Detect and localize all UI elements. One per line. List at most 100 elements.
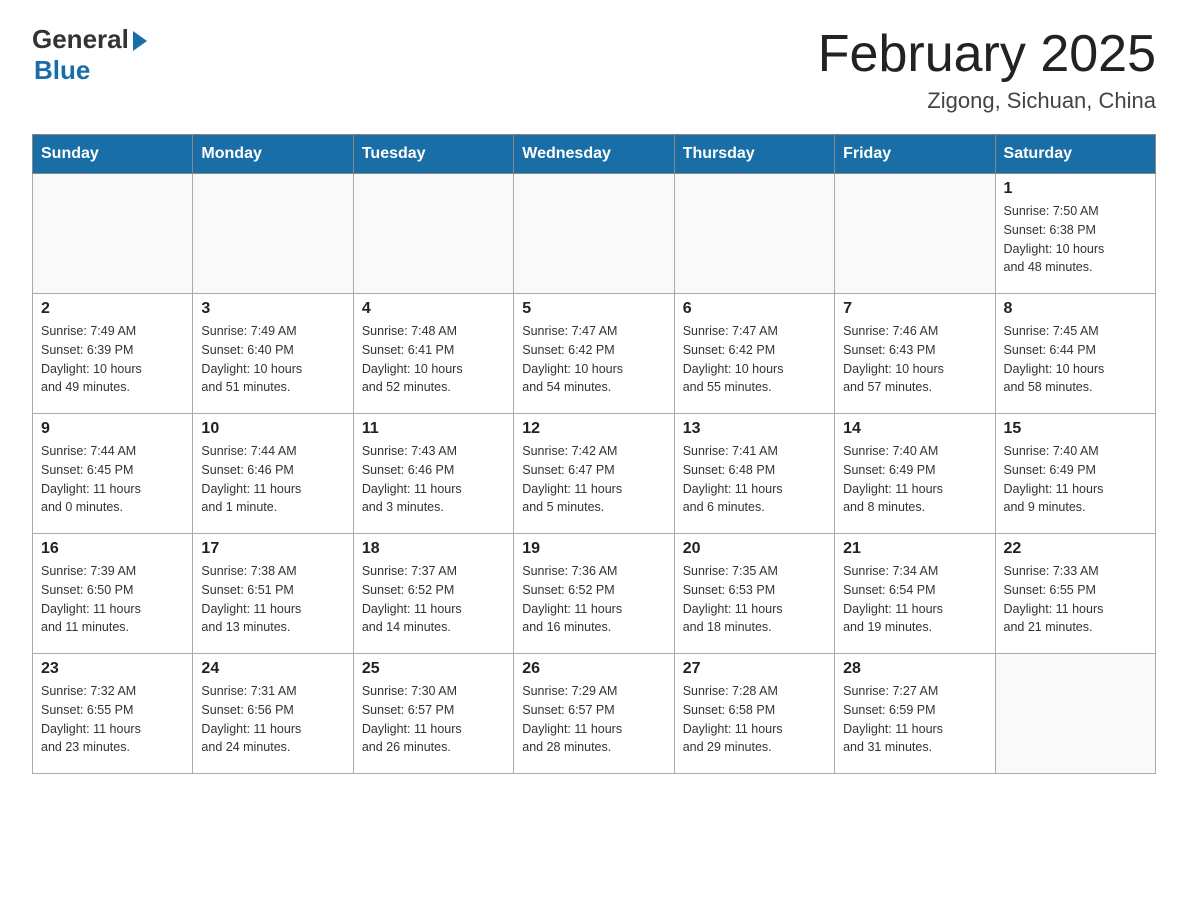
- calendar-week-row: 2Sunrise: 7:49 AM Sunset: 6:39 PM Daylig…: [33, 294, 1156, 414]
- calendar-cell: 6 Sunrise: 7:47 AM Sunset: 6:42 PM Daylig…: [674, 294, 834, 414]
- logo: General Blue: [32, 24, 147, 86]
- day-sun-info: Sunrise: 7:44 AM Sunset: 6:45 PM Dayligh…: [41, 442, 184, 517]
- calendar-cell: 24 Sunrise: 7:31 AM Sunset: 6:56 PM Dayli…: [193, 654, 353, 774]
- calendar-cell: 9 Sunrise: 7:44 AM Sunset: 6:45 PM Daylig…: [33, 414, 193, 534]
- calendar-week-row: 9 Sunrise: 7:44 AM Sunset: 6:45 PM Daylig…: [33, 414, 1156, 534]
- month-title: February 2025: [818, 24, 1156, 84]
- calendar-cell: 22Sunrise: 7:33 AM Sunset: 6:55 PM Dayli…: [995, 534, 1155, 654]
- day-number: 12: [522, 420, 665, 438]
- day-of-week-header: Wednesday: [514, 135, 674, 174]
- day-number: 18: [362, 540, 505, 558]
- calendar-cell: [353, 174, 513, 294]
- calendar-cell: 28 Sunrise: 7:27 AM Sunset: 6:59 PM Dayli…: [835, 654, 995, 774]
- day-sun-info: Sunrise: 7:40 AM Sunset: 6:49 PM Dayligh…: [843, 442, 986, 517]
- calendar-week-row: 23 Sunrise: 7:32 AM Sunset: 6:55 PM Dayli…: [33, 654, 1156, 774]
- calendar-cell: [33, 174, 193, 294]
- day-sun-info: Sunrise: 7:43 AM Sunset: 6:46 PM Dayligh…: [362, 442, 505, 517]
- day-sun-info: Sunrise: 7:47 AM Sunset: 6:42 PM Dayligh…: [683, 322, 826, 397]
- day-sun-info: Sunrise: 7:45 AM Sunset: 6:44 PM Dayligh…: [1004, 322, 1147, 397]
- logo-blue-text: Blue: [34, 55, 90, 86]
- day-number: 21: [843, 540, 986, 558]
- day-number: 9: [41, 420, 184, 438]
- calendar-cell: 11 Sunrise: 7:43 AM Sunset: 6:46 PM Dayli…: [353, 414, 513, 534]
- day-sun-info: Sunrise: 7:37 AM Sunset: 6:52 PM Dayligh…: [362, 562, 505, 637]
- day-of-week-header: Tuesday: [353, 135, 513, 174]
- day-sun-info: Sunrise: 7:44 AM Sunset: 6:46 PM Dayligh…: [201, 442, 344, 517]
- day-sun-info: Sunrise: 7:41 AM Sunset: 6:48 PM Dayligh…: [683, 442, 826, 517]
- day-number: 14: [843, 420, 986, 438]
- day-number: 16: [41, 540, 184, 558]
- calendar-cell: [995, 654, 1155, 774]
- day-number: 11: [362, 420, 505, 438]
- calendar-cell: 25 Sunrise: 7:30 AM Sunset: 6:57 PM Dayli…: [353, 654, 513, 774]
- day-sun-info: Sunrise: 7:50 AM Sunset: 6:38 PM Dayligh…: [1004, 202, 1147, 277]
- calendar-cell: 2Sunrise: 7:49 AM Sunset: 6:39 PM Daylig…: [33, 294, 193, 414]
- day-sun-info: Sunrise: 7:30 AM Sunset: 6:57 PM Dayligh…: [362, 682, 505, 757]
- day-number: 20: [683, 540, 826, 558]
- calendar-cell: 10Sunrise: 7:44 AM Sunset: 6:46 PM Dayli…: [193, 414, 353, 534]
- day-sun-info: Sunrise: 7:46 AM Sunset: 6:43 PM Dayligh…: [843, 322, 986, 397]
- calendar-cell: 18 Sunrise: 7:37 AM Sunset: 6:52 PM Dayli…: [353, 534, 513, 654]
- calendar-cell: 14 Sunrise: 7:40 AM Sunset: 6:49 PM Dayli…: [835, 414, 995, 534]
- calendar-week-row: 1Sunrise: 7:50 AM Sunset: 6:38 PM Daylig…: [33, 174, 1156, 294]
- day-sun-info: Sunrise: 7:28 AM Sunset: 6:58 PM Dayligh…: [683, 682, 826, 757]
- day-number: 3: [201, 300, 344, 318]
- day-number: 8: [1004, 300, 1147, 318]
- calendar-cell: 26 Sunrise: 7:29 AM Sunset: 6:57 PM Dayli…: [514, 654, 674, 774]
- calendar-cell: [514, 174, 674, 294]
- day-sun-info: Sunrise: 7:34 AM Sunset: 6:54 PM Dayligh…: [843, 562, 986, 637]
- calendar-week-row: 16 Sunrise: 7:39 AM Sunset: 6:50 PM Dayli…: [33, 534, 1156, 654]
- day-sun-info: Sunrise: 7:38 AM Sunset: 6:51 PM Dayligh…: [201, 562, 344, 637]
- day-number: 6: [683, 300, 826, 318]
- day-of-week-header: Friday: [835, 135, 995, 174]
- day-number: 23: [41, 660, 184, 678]
- calendar-cell: 23 Sunrise: 7:32 AM Sunset: 6:55 PM Dayli…: [33, 654, 193, 774]
- day-number: 25: [362, 660, 505, 678]
- day-number: 15: [1004, 420, 1147, 438]
- calendar-cell: [674, 174, 834, 294]
- day-sun-info: Sunrise: 7:36 AM Sunset: 6:52 PM Dayligh…: [522, 562, 665, 637]
- day-number: 28: [843, 660, 986, 678]
- location-text: Zigong, Sichuan, China: [818, 88, 1156, 114]
- calendar-header-row: SundayMondayTuesdayWednesdayThursdayFrid…: [33, 135, 1156, 174]
- day-number: 19: [522, 540, 665, 558]
- day-sun-info: Sunrise: 7:27 AM Sunset: 6:59 PM Dayligh…: [843, 682, 986, 757]
- day-sun-info: Sunrise: 7:40 AM Sunset: 6:49 PM Dayligh…: [1004, 442, 1147, 517]
- day-sun-info: Sunrise: 7:42 AM Sunset: 6:47 PM Dayligh…: [522, 442, 665, 517]
- calendar-cell: 7 Sunrise: 7:46 AM Sunset: 6:43 PM Daylig…: [835, 294, 995, 414]
- day-number: 27: [683, 660, 826, 678]
- calendar-cell: 20 Sunrise: 7:35 AM Sunset: 6:53 PM Dayli…: [674, 534, 834, 654]
- page-header: General Blue February 2025 Zigong, Sichu…: [32, 24, 1156, 114]
- title-area: February 2025 Zigong, Sichuan, China: [818, 24, 1156, 114]
- day-sun-info: Sunrise: 7:39 AM Sunset: 6:50 PM Dayligh…: [41, 562, 184, 637]
- day-sun-info: Sunrise: 7:32 AM Sunset: 6:55 PM Dayligh…: [41, 682, 184, 757]
- calendar-cell: 16 Sunrise: 7:39 AM Sunset: 6:50 PM Dayli…: [33, 534, 193, 654]
- calendar-cell: 1Sunrise: 7:50 AM Sunset: 6:38 PM Daylig…: [995, 174, 1155, 294]
- calendar-cell: 27 Sunrise: 7:28 AM Sunset: 6:58 PM Dayli…: [674, 654, 834, 774]
- calendar-cell: 4 Sunrise: 7:48 AM Sunset: 6:41 PM Daylig…: [353, 294, 513, 414]
- day-sun-info: Sunrise: 7:31 AM Sunset: 6:56 PM Dayligh…: [201, 682, 344, 757]
- day-of-week-header: Thursday: [674, 135, 834, 174]
- calendar-cell: 12 Sunrise: 7:42 AM Sunset: 6:47 PM Dayli…: [514, 414, 674, 534]
- logo-arrow-icon: [133, 31, 147, 51]
- calendar-cell: [835, 174, 995, 294]
- day-sun-info: Sunrise: 7:49 AM Sunset: 6:40 PM Dayligh…: [201, 322, 344, 397]
- day-number: 26: [522, 660, 665, 678]
- day-number: 24: [201, 660, 344, 678]
- calendar-cell: [193, 174, 353, 294]
- calendar-cell: 21 Sunrise: 7:34 AM Sunset: 6:54 PM Dayli…: [835, 534, 995, 654]
- day-number: 4: [362, 300, 505, 318]
- day-sun-info: Sunrise: 7:35 AM Sunset: 6:53 PM Dayligh…: [683, 562, 826, 637]
- day-of-week-header: Saturday: [995, 135, 1155, 174]
- calendar-cell: 5Sunrise: 7:47 AM Sunset: 6:42 PM Daylig…: [514, 294, 674, 414]
- day-number: 2: [41, 300, 184, 318]
- calendar-cell: 19 Sunrise: 7:36 AM Sunset: 6:52 PM Dayli…: [514, 534, 674, 654]
- calendar-cell: 15 Sunrise: 7:40 AM Sunset: 6:49 PM Dayli…: [995, 414, 1155, 534]
- calendar-cell: 13Sunrise: 7:41 AM Sunset: 6:48 PM Dayli…: [674, 414, 834, 534]
- day-sun-info: Sunrise: 7:48 AM Sunset: 6:41 PM Dayligh…: [362, 322, 505, 397]
- calendar-cell: 8 Sunrise: 7:45 AM Sunset: 6:44 PM Daylig…: [995, 294, 1155, 414]
- day-sun-info: Sunrise: 7:29 AM Sunset: 6:57 PM Dayligh…: [522, 682, 665, 757]
- day-number: 7: [843, 300, 986, 318]
- day-of-week-header: Monday: [193, 135, 353, 174]
- day-number: 17: [201, 540, 344, 558]
